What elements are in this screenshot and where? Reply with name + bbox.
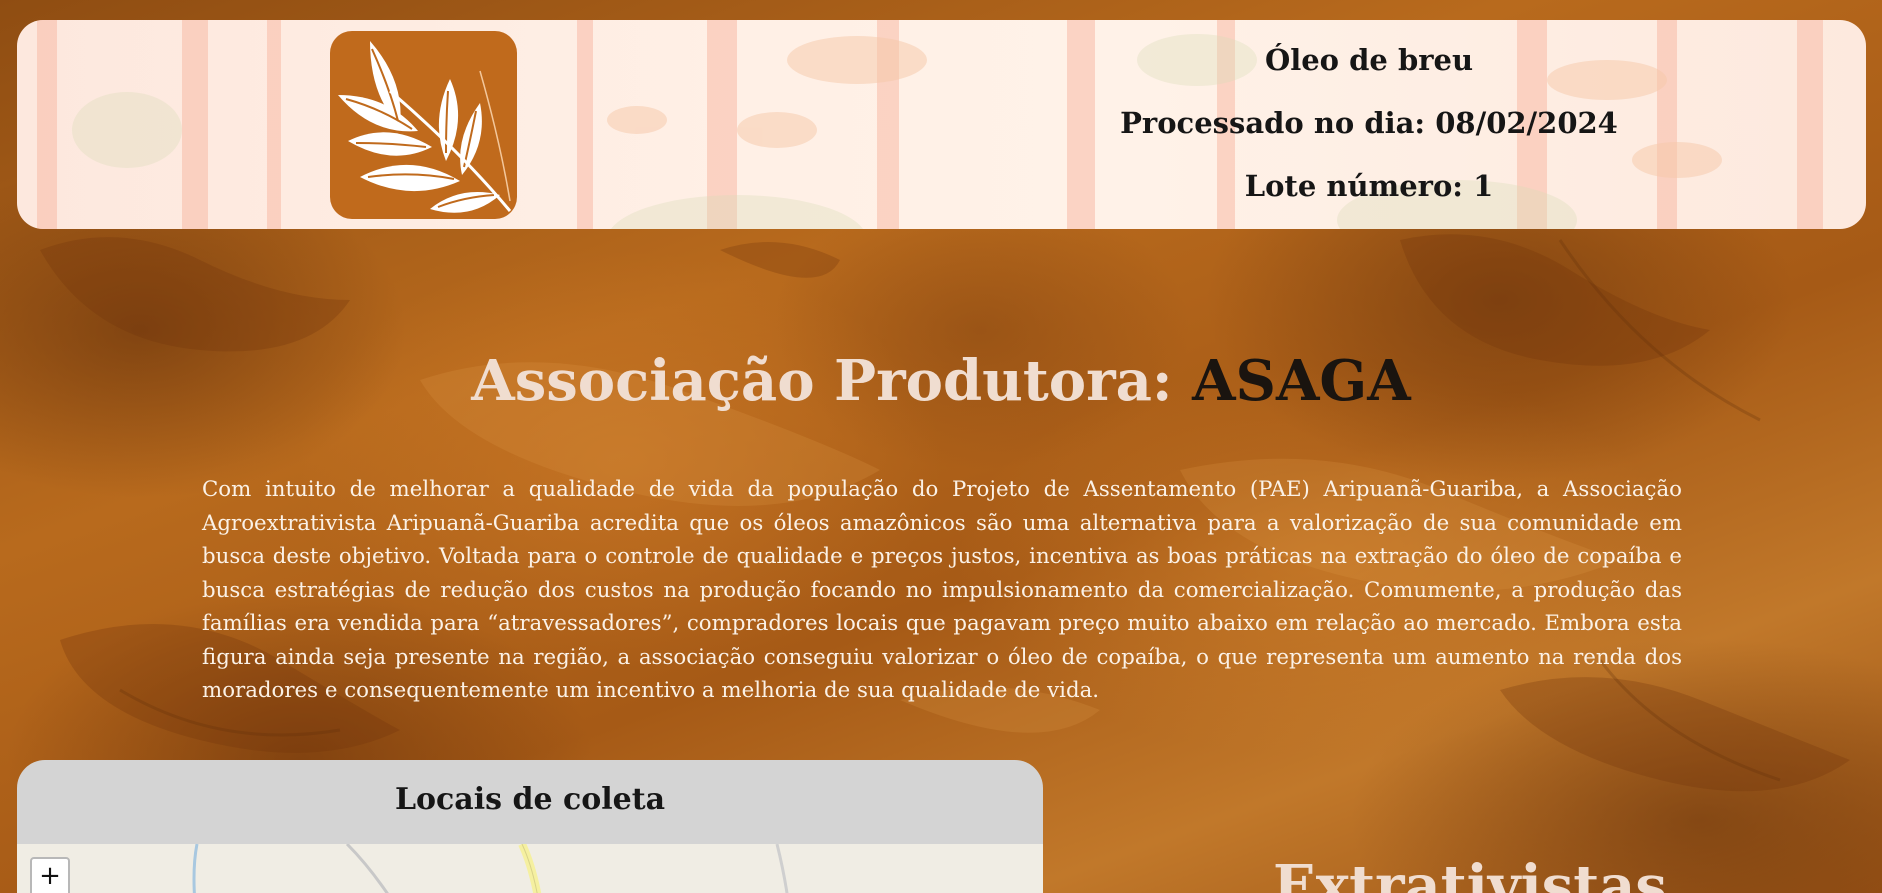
product-header: Óleo de breu Processado no dia: 08/02/20… bbox=[17, 20, 1866, 229]
association-label: Associação Produtora: bbox=[471, 347, 1173, 414]
collection-sites-card: Locais de coleta + bbox=[17, 760, 1043, 893]
association-name: ASAGA bbox=[1192, 347, 1411, 414]
processed-date-line: Processado no dia: 08/02/2024 bbox=[1039, 103, 1699, 143]
association-logo bbox=[330, 31, 517, 219]
lot-label: Lote número: bbox=[1244, 169, 1463, 203]
plus-icon: + bbox=[39, 861, 61, 891]
lot-number: 1 bbox=[1473, 169, 1494, 203]
leaf-branch-icon bbox=[338, 41, 512, 213]
product-info: Óleo de breu Processado no dia: 08/02/20… bbox=[1039, 40, 1699, 229]
map-roads bbox=[192, 844, 789, 893]
association-description: Com intuito de melhorar a qualidade de v… bbox=[202, 477, 1682, 703]
processed-date: 08/02/2024 bbox=[1435, 106, 1618, 140]
map-zoom-in-button[interactable]: + bbox=[30, 857, 70, 893]
collection-sites-title: Locais de coleta bbox=[394, 782, 666, 817]
processed-label: Processado no dia: bbox=[1120, 106, 1426, 140]
collection-sites-map[interactable]: + bbox=[17, 844, 1043, 893]
lot-number-line: Lote número: 1 bbox=[1039, 166, 1699, 206]
product-name: Óleo de breu bbox=[1264, 43, 1474, 77]
extractivists-heading: Extrativistas bbox=[1273, 853, 1667, 893]
producer-association-heading: Associação Produtora: ASAGA bbox=[0, 341, 1882, 421]
